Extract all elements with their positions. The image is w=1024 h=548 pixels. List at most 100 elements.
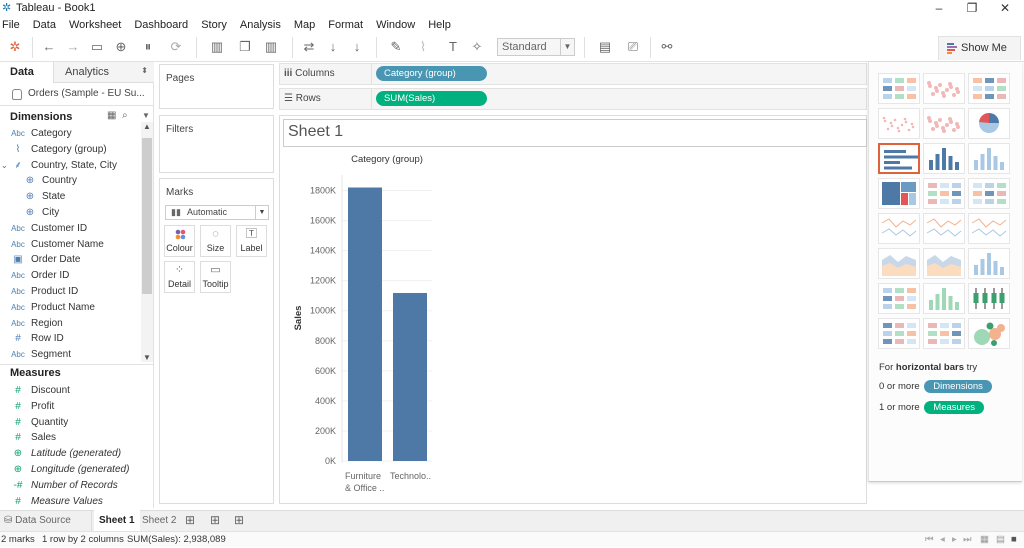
show-me-filled-map-thumbnail[interactable] [923,108,965,139]
label-button[interactable]: 🅃 Label [236,225,267,257]
show-me-area-discrete-thumbnail[interactable] [923,248,965,279]
show-me-button[interactable]: Show Me [938,36,1021,60]
dimension-field[interactable]: ⌇ Category (group) [0,142,140,157]
new-worksheet-icon[interactable]: ▥ [204,38,230,56]
dimension-field[interactable]: Abc Segment [0,347,140,362]
redo-icon[interactable]: → [64,38,82,56]
sheet-title[interactable]: Sheet 1 [283,119,867,147]
clear-sheet-icon[interactable]: ▥ [258,38,284,56]
bar[interactable] [348,187,382,461]
prev-page-icon[interactable]: ◂ [940,532,945,548]
show-me-circle-views-thumbnail[interactable] [923,178,965,209]
minimize-button[interactable]: – [922,0,956,17]
scrollbar-thumb[interactable] [142,138,152,294]
menu-analysis[interactable]: Analysis [238,17,281,33]
group-members-icon[interactable]: ⌇ [412,38,434,56]
undo-icon[interactable]: ← [40,38,58,56]
new-dashboard-icon[interactable]: ⊞ [205,510,225,531]
show-me-bullet-graph-thumbnail[interactable] [923,318,965,349]
swap-rows-columns-icon[interactable]: ⇄ [300,38,318,56]
dimension-field[interactable]: Abc Order ID [0,268,140,283]
sheet-tab-active[interactable]: Sheet 1 [94,510,140,531]
menu-map[interactable]: Map [292,17,315,33]
tooltip-button[interactable]: ▭ Tooltip [200,261,231,293]
dimension-field[interactable]: ⊕ City [0,205,140,220]
mark-type-dropdown[interactable]: ▮▮ Automatic ▼ [165,205,269,220]
dimension-field[interactable]: Abc Product ID [0,284,140,299]
show-me-discrete-lines-thumbnail[interactable] [923,213,965,244]
first-page-icon[interactable]: ⏮ [925,532,934,548]
menu-dashboard[interactable]: Dashboard [132,17,188,33]
dimension-field[interactable]: ▣ Order Date [0,252,140,267]
measure-field[interactable]: # Profit [0,399,140,414]
filters-card[interactable]: Filters [159,115,274,173]
tab-analytics[interactable]: Analytics ⬍ [53,62,154,83]
new-story-icon[interactable]: ⊞ [229,510,249,531]
bar[interactable] [393,292,427,461]
measure-field[interactable]: # Sales [0,430,140,445]
datasource-item[interactable]: Orders (Sample - EU Su... [0,84,154,106]
menu-format[interactable]: Format [326,17,363,33]
detail-button[interactable]: ⁘ Detail [164,261,195,293]
show-me-dual-lines-thumbnail[interactable] [968,213,1010,244]
tab-data[interactable]: Data [0,62,52,83]
menu-data[interactable]: Data [31,17,56,33]
save-icon[interactable]: ▭ [88,38,106,56]
show-me-pie-chart-thumbnail[interactable] [968,108,1010,139]
fit-dropdown[interactable]: Standard ▼ [497,38,575,56]
show-me-treemap-thumbnail[interactable] [878,178,920,209]
show-me-scatter-plot-thumbnail[interactable] [878,283,920,314]
show-me-horizontal-bars-thumbnail[interactable] [878,143,920,174]
last-page-icon[interactable]: ⏭ [963,532,972,548]
show-me-gantt-chart-thumbnail[interactable] [878,318,920,349]
share-icon[interactable]: ⚯ [658,38,676,56]
columns-shelf[interactable]: iii Columns Category (group) [279,63,867,85]
show-me-stacked-bars-thumbnail[interactable] [923,143,965,174]
highlight-icon[interactable]: ✎ [384,38,408,56]
show-me-side-by-side-circles-thumbnail[interactable] [968,178,1010,209]
show-me-histogram-thumbnail[interactable] [923,283,965,314]
menu-story[interactable]: Story [199,17,227,33]
duplicate-sheet-icon[interactable]: ❐ [236,38,254,56]
measure-field[interactable]: # Quantity [0,415,140,430]
dimension-field[interactable]: ⊕ Country [0,173,140,188]
columns-pill[interactable]: Category (group) [376,66,487,81]
dimension-field[interactable]: Abc Category [0,126,140,141]
dimension-field[interactable]: Abc Region [0,316,140,331]
scroll-up-icon[interactable]: ▲ [143,122,151,131]
show-mark-labels-icon[interactable]: T [444,38,462,56]
next-page-icon[interactable]: ▸ [952,532,957,548]
menu-file[interactable]: File [0,17,20,33]
sort-ascending-icon[interactable]: ↓ [324,38,342,56]
show-me-text-table-thumbnail[interactable] [878,73,920,104]
refresh-icon[interactable]: ⟳ [164,38,188,56]
show-tabs-icon[interactable]: ■ [1011,532,1017,548]
show-me-area-continuous-thumbnail[interactable] [878,248,920,279]
data-source-tab[interactable]: ⛁ Data Source [0,510,92,531]
show-sheet-sorter-icon[interactable]: ▦ [980,532,989,548]
new-datasource-icon[interactable]: ⊕ [112,38,130,56]
measure-field[interactable]: # Measure Values [0,494,140,509]
size-button[interactable]: ◌ Size [200,225,231,257]
sort-descending-icon[interactable]: ↓ [348,38,366,56]
show-me-heat-map-thumbnail[interactable] [923,73,965,104]
scroll-down-icon[interactable]: ▼ [143,353,151,362]
menu-worksheet[interactable]: Worksheet [67,17,121,33]
fix-axes-icon[interactable]: ✧ [468,38,486,56]
maximize-button[interactable]: ❐ [955,0,989,17]
close-button[interactable]: ✕ [988,0,1022,17]
rows-shelf[interactable]: ☰ Rows SUM(Sales) [279,88,867,110]
show-me-dual-combination-thumbnail[interactable] [968,248,1010,279]
dimension-field[interactable]: Abc Product Name [0,300,140,315]
measure-field[interactable]: ⊕ Latitude (generated) [0,446,140,461]
dimensions-scrollbar[interactable]: ▲ ▼ [141,122,153,362]
sheet-tab[interactable]: Sheet 2 [137,510,181,531]
show-me-box-and-whisker-thumbnail[interactable] [968,283,1010,314]
measure-field[interactable]: # Discount [0,383,140,398]
dimension-field[interactable]: Abc Customer Name [0,237,140,252]
new-worksheet-icon[interactable]: ⊞ [180,510,200,531]
presentation-mode-icon[interactable]: ⎚ [624,38,642,56]
dimension-field[interactable]: ⊕ State [0,189,140,204]
dimension-field[interactable]: # Row ID [0,331,140,346]
show-filmstrip-icon[interactable]: ▤ [996,532,1005,548]
